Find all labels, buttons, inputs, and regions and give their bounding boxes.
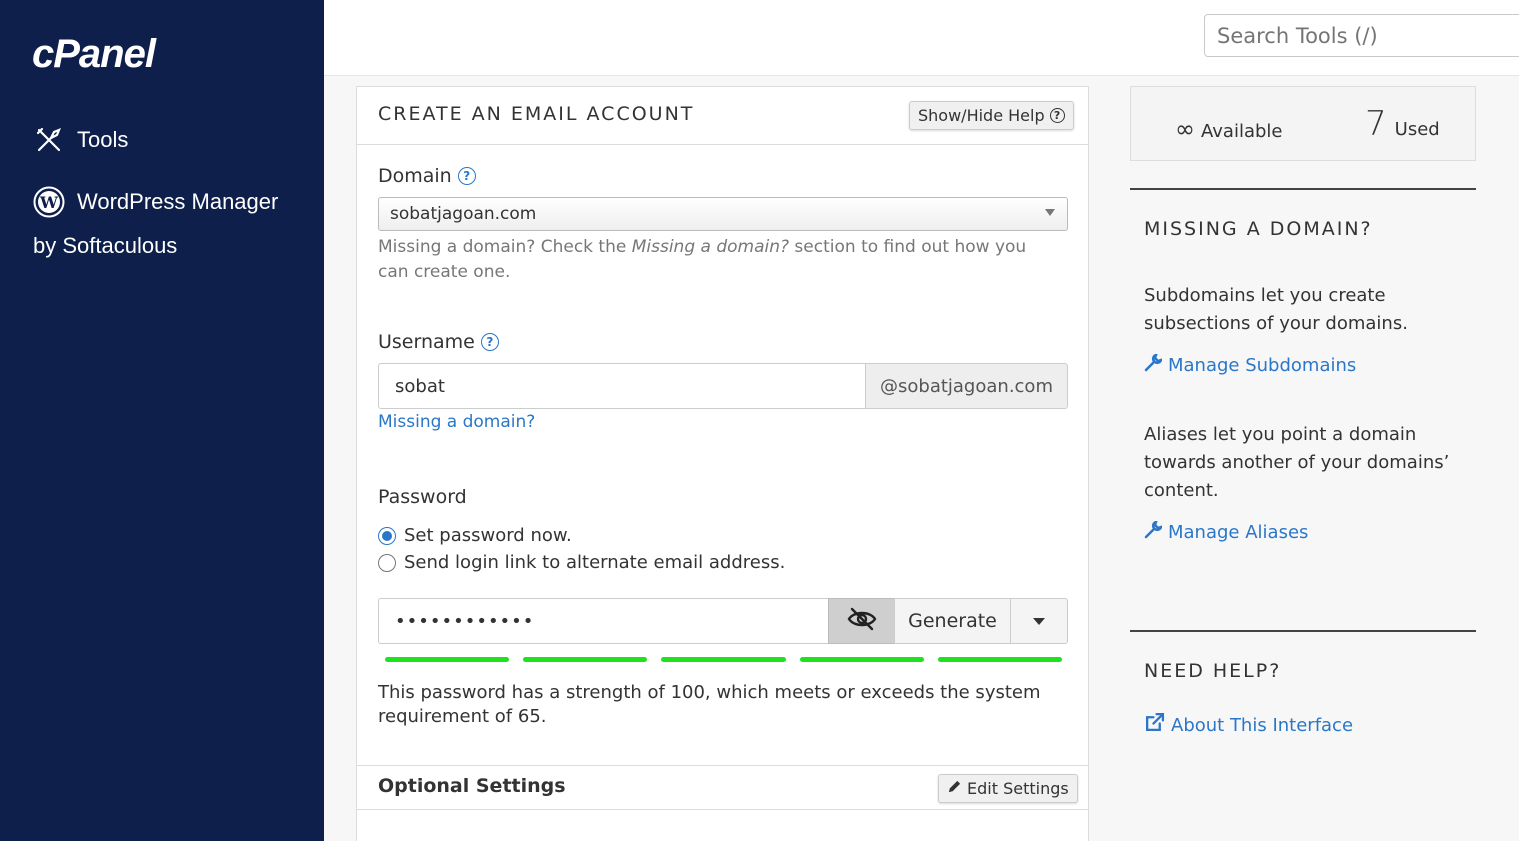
sidebar-item-wordpress-manager[interactable]: W WordPress Manager	[33, 186, 278, 218]
domain-label-text: Domain	[378, 165, 452, 187]
link-label: About This Interface	[1171, 714, 1354, 736]
username-label: Username ?	[378, 331, 499, 353]
username-domain-suffix: @sobatjagoan.com	[865, 363, 1068, 409]
wrench-icon	[1144, 520, 1163, 544]
external-link-icon	[1144, 712, 1165, 738]
wordpress-icon: W	[33, 186, 65, 218]
button-label: Show/Hide Help	[918, 106, 1045, 125]
password-input[interactable]	[378, 598, 829, 644]
link-label: Manage Subdomains	[1168, 355, 1357, 376]
need-help-title: NEED HELP?	[1144, 660, 1282, 682]
domain-selected-value: sobatjagoan.com	[390, 204, 537, 224]
radio-button[interactable]	[378, 553, 396, 572]
subdomains-description: Subdomains let you create subsections of…	[1144, 285, 1408, 334]
domain-label: Domain ?	[378, 165, 476, 187]
strength-segment	[385, 657, 510, 662]
about-this-interface-link[interactable]: About This Interface	[1144, 712, 1353, 738]
cpanel-logo[interactable]: cPanel	[32, 32, 156, 77]
chevron-down-icon	[1045, 209, 1055, 216]
infinity-icon: ∞	[1175, 115, 1195, 143]
search-tools-input[interactable]	[1204, 14, 1519, 57]
radio-button-selected[interactable]	[378, 526, 396, 545]
username-input[interactable]	[378, 363, 866, 409]
domain-help-text: Missing a domain? Check the Missing a do…	[378, 235, 1058, 285]
toggle-password-visibility-button[interactable]	[828, 598, 895, 644]
username-label-text: Username	[378, 331, 475, 353]
stat-available: ∞ Available	[1175, 115, 1282, 143]
svg-text:W: W	[39, 193, 59, 212]
domain-select[interactable]: sobatjagoan.com	[378, 197, 1068, 231]
generate-password-button[interactable]: Generate	[894, 598, 1011, 644]
link-label: Manage Aliases	[1168, 522, 1309, 543]
button-label: Edit Settings	[967, 779, 1069, 798]
pencil-icon	[947, 779, 962, 798]
create-email-panel: CREATE AN EMAIL ACCOUNT Show/Hide Help ?…	[356, 86, 1089, 841]
strength-segment	[661, 657, 786, 662]
domain-help-icon[interactable]: ?	[457, 167, 476, 185]
caret-down-icon	[1033, 617, 1045, 625]
wrench-icon	[1144, 353, 1163, 377]
stat-available-label: Available	[1201, 121, 1283, 142]
sidebar-item-label: Tools	[77, 127, 129, 152]
panel-header: CREATE AN EMAIL ACCOUNT Show/Hide Help ?	[357, 87, 1088, 145]
sidebar-item-tools[interactable]: Tools	[33, 124, 128, 156]
divider	[1130, 630, 1476, 632]
show-hide-help-button[interactable]: Show/Hide Help ?	[909, 101, 1074, 130]
optional-settings-title: Optional Settings	[378, 775, 566, 797]
stat-used-count: 7	[1365, 104, 1387, 144]
domain-help-part1: Missing a domain? Check the	[378, 237, 632, 257]
domain-help-emphasis: Missing a domain?	[631, 237, 790, 257]
strength-segment	[523, 657, 648, 662]
manage-subdomains-link[interactable]: Manage Subdomains	[1144, 353, 1357, 377]
password-strength-text: This password has a strength of 100, whi…	[378, 682, 1041, 727]
radio-send-login-link[interactable]: Send login link to alternate email addre…	[378, 552, 785, 573]
sidebar-item-sublabel[interactable]: by Softaculous	[33, 233, 177, 259]
radio-label: Set password now.	[404, 525, 572, 546]
missing-domain-title: MISSING A DOMAIN?	[1144, 218, 1373, 240]
stat-used: 7 Used	[1365, 104, 1440, 144]
strength-segment	[937, 657, 1063, 662]
sidebar: cPanel Tools W WordPress Manager by Soft…	[0, 0, 324, 841]
manage-aliases-link[interactable]: Manage Aliases	[1144, 520, 1309, 544]
password-label: Password	[378, 486, 467, 508]
radio-label: Send login link to alternate email addre…	[404, 552, 786, 573]
top-bar	[324, 0, 1519, 76]
aliases-description: Aliases let you point a domain towards a…	[1144, 424, 1450, 501]
tools-icon	[33, 124, 65, 156]
eye-slash-icon	[846, 607, 878, 635]
account-stats: ∞ Available 7 Used	[1130, 86, 1476, 161]
username-help-icon[interactable]: ?	[480, 333, 499, 351]
radio-set-password-now[interactable]: Set password now.	[378, 525, 572, 546]
question-circle-icon: ?	[1049, 108, 1065, 123]
generate-options-dropdown[interactable]	[1010, 598, 1068, 644]
sidebar-item-label: WordPress Manager	[77, 189, 279, 214]
optional-settings-header: Optional Settings Edit Settings	[357, 765, 1088, 810]
password-strength-meter	[385, 657, 1063, 662]
page-title: CREATE AN EMAIL ACCOUNT	[378, 103, 695, 125]
edit-settings-button[interactable]: Edit Settings	[938, 774, 1078, 803]
stat-used-label: Used	[1394, 119, 1440, 140]
divider	[1130, 188, 1476, 190]
strength-segment	[799, 657, 924, 662]
missing-domain-link[interactable]: Missing a domain?	[378, 412, 535, 432]
